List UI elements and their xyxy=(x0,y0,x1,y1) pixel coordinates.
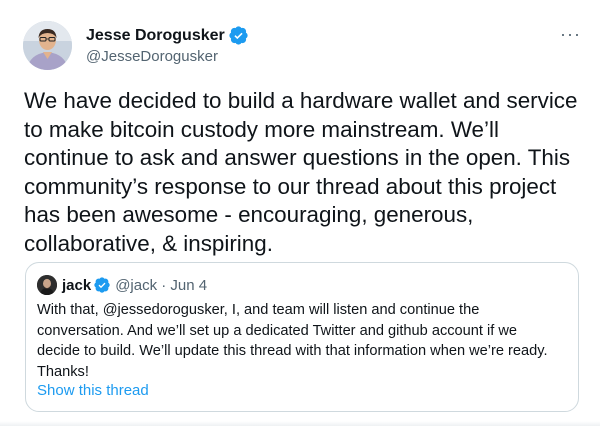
tweet-text: We have decided to build a hardware wall… xyxy=(24,87,590,258)
quoted-text-line: decide to build. We’ll update this threa… xyxy=(37,343,548,359)
tweet-card: Jesse Dorogusker @JesseDorogusker ··· We… xyxy=(0,0,600,426)
profile-photo-icon xyxy=(23,21,72,70)
quoted-tweet-text: With that, @jessedorogusker, I, and team… xyxy=(37,300,573,382)
show-thread-link[interactable]: Show this thread xyxy=(37,382,149,399)
profile-photo-icon xyxy=(37,275,57,295)
quoted-tweet[interactable]: jack @jack · Jun 4 With that, @jessedoro… xyxy=(25,262,579,412)
tweet-text-line: community’s response to our thread about… xyxy=(24,173,557,199)
more-options-icon[interactable]: ··· xyxy=(560,24,581,45)
author-avatar[interactable] xyxy=(23,21,72,70)
quoted-tweet-header: jack @jack · Jun 4 xyxy=(37,275,207,295)
verified-badge-icon xyxy=(94,277,110,293)
quoted-author-name[interactable]: jack xyxy=(62,277,91,294)
author-handle[interactable]: @JesseDorogusker xyxy=(86,48,218,65)
quoted-handle-date[interactable]: @jack · Jun 4 xyxy=(115,277,207,294)
verified-badge-icon xyxy=(229,26,248,45)
tweet-text-line: to make bitcoin custody more mainstream.… xyxy=(24,116,499,142)
bottom-edge xyxy=(0,421,600,426)
author-name[interactable]: Jesse Dorogusker xyxy=(86,27,225,45)
quoted-text-line: With that, @jessedorogusker, I, and team… xyxy=(37,302,480,318)
tweet-text-line: collaborative, & inspiring. xyxy=(24,230,273,256)
quoted-text-line: conversation. And we’ll set up a dedicat… xyxy=(37,322,517,339)
tweet-text-line: We have decided to build a hardware wall… xyxy=(24,88,578,113)
tweet-text-line: continue to ask and answer questions in … xyxy=(24,145,571,170)
tweet-text-line: has been awesome - encouraging, generous… xyxy=(24,202,474,227)
quoted-author-avatar[interactable] xyxy=(37,275,57,295)
quoted-text-line: Thanks! xyxy=(37,363,89,380)
author-name-row: Jesse Dorogusker xyxy=(86,26,248,45)
